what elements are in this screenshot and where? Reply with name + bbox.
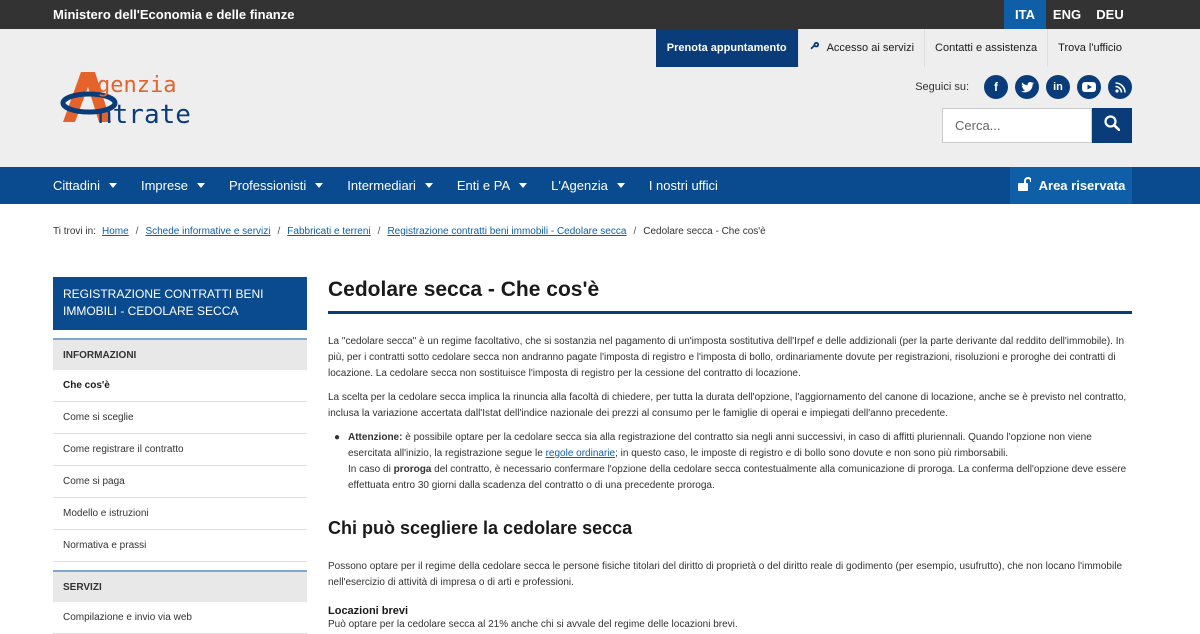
chevron-down-icon: [616, 183, 625, 188]
linkedin-icon[interactable]: in: [1046, 75, 1070, 99]
chevron-down-icon: [196, 183, 205, 188]
lang-deu[interactable]: DEU: [1088, 0, 1132, 29]
sidebar-section-informazioni: INFORMAZIONI: [53, 338, 307, 370]
subsection-heading: Locazioni brevi: [328, 605, 409, 617]
agenzia-entrate-logo[interactable]: genzia ntrate: [53, 67, 243, 130]
nav-professionisti[interactable]: Professionisti: [229, 178, 324, 193]
breadcrumb-home[interactable]: Home: [102, 226, 129, 237]
sidebar-item-come-si-sceglie[interactable]: Come si sceglie: [53, 402, 307, 434]
find-office-link[interactable]: Trova l'ufficio: [1047, 29, 1132, 67]
breadcrumb-prefix: Ti trovi in:: [53, 226, 96, 237]
short-rentals-paragraph: Può optare per la cedolare secca al 21% …: [328, 619, 738, 630]
nav-enti-pa[interactable]: Enti e PA: [457, 178, 528, 193]
site-header: Prenota appuntamento Accesso ai servizi …: [0, 29, 1200, 167]
chevron-down-icon: [108, 183, 117, 188]
sidebar-item-come-si-paga[interactable]: Come si paga: [53, 466, 307, 498]
rss-icon[interactable]: [1108, 75, 1132, 99]
sidebar: REGISTRAZIONE CONTRATTI BENI IMMOBILI - …: [53, 277, 307, 634]
nav-uffici[interactable]: I nostri uffici: [649, 178, 718, 193]
sidebar-section-servizi: SERVIZI: [53, 570, 307, 602]
key-icon: [809, 41, 820, 55]
nav-cittadini[interactable]: Cittadini: [53, 178, 117, 193]
search-form: [942, 108, 1132, 143]
sidebar-item-compilazione[interactable]: Compilazione e invio via web: [53, 602, 307, 634]
lang-eng[interactable]: ENG: [1046, 0, 1088, 29]
sidebar-title[interactable]: REGISTRAZIONE CONTRATTI BENI IMMOBILI - …: [53, 277, 307, 330]
main-content: Cedolare secca - Che cos'è La "cedolare …: [328, 278, 1132, 632]
option-paragraph: La scelta per la cedolare secca implica …: [328, 392, 1127, 419]
facebook-icon[interactable]: f: [984, 75, 1008, 99]
search-icon: [1104, 115, 1121, 136]
lang-ita[interactable]: ITA: [1004, 0, 1046, 29]
chevron-down-icon: [315, 183, 324, 188]
logo-line2: ntrate: [97, 100, 191, 129]
attention-note: ● Attenzione: è possibile optare per la …: [328, 430, 1132, 494]
nav-intermediari[interactable]: Intermediari: [347, 178, 433, 193]
regole-ordinarie-link[interactable]: regole ordinarie: [546, 448, 616, 459]
intro-paragraph: La "cedolare secca" è un regime facoltat…: [328, 336, 1125, 379]
sidebar-item-modello[interactable]: Modello e istruzioni: [53, 498, 307, 530]
attention-label: Attenzione:: [348, 432, 403, 443]
access-services-label: Accesso ai servizi: [826, 42, 915, 54]
chevron-down-icon: [519, 183, 528, 188]
page-title: Cedolare secca - Che cos'è: [328, 278, 1132, 314]
section-heading: Chi può scegliere la cedolare secca: [328, 518, 633, 538]
social-links: Seguici su: f in: [915, 75, 1132, 99]
unlock-icon: [1017, 176, 1032, 195]
breadcrumb-schede[interactable]: Schede informative e servizi: [145, 226, 270, 237]
language-switcher: ITA ENG DEU: [1004, 0, 1132, 29]
logo-line1: genzia: [97, 73, 176, 98]
sidebar-item-come-registrare[interactable]: Come registrare il contratto: [53, 434, 307, 466]
sidebar-item-normativa[interactable]: Normativa e prassi: [53, 530, 307, 562]
nav-agenzia[interactable]: L'Agenzia: [551, 178, 625, 193]
top-bar: Ministero dell'Economia e delle finanze …: [0, 0, 1200, 29]
bullet-icon: ●: [334, 432, 341, 443]
main-nav: Cittadini Imprese Professionisti Interme…: [0, 167, 1200, 204]
ministry-link[interactable]: Ministero dell'Economia e delle finanze: [53, 7, 294, 22]
breadcrumb-registrazione[interactable]: Registrazione contratti beni immobili - …: [387, 226, 626, 237]
breadcrumb-current: Cedolare secca - Che cos'è: [643, 226, 766, 237]
book-appointment-button[interactable]: Prenota appuntamento: [655, 29, 798, 67]
breadcrumb: Ti trovi in: Home / Schede informative e…: [53, 226, 766, 237]
youtube-icon[interactable]: [1077, 75, 1101, 99]
reserved-area-label: Area riservata: [1038, 178, 1126, 193]
chevron-down-icon: [424, 183, 433, 188]
breadcrumb-fabbricati[interactable]: Fabbricati e terreni: [287, 226, 370, 237]
search-button[interactable]: [1092, 108, 1132, 143]
utility-nav: Prenota appuntamento Accesso ai servizi …: [655, 29, 1132, 67]
search-input[interactable]: [942, 108, 1092, 143]
nav-imprese[interactable]: Imprese: [141, 178, 205, 193]
who-paragraph: Possono optare per il regime della cedol…: [328, 561, 1122, 588]
sidebar-item-che-cose[interactable]: Che cos'è: [53, 370, 307, 402]
social-label: Seguici su:: [915, 81, 969, 93]
twitter-icon[interactable]: [1015, 75, 1039, 99]
contacts-link[interactable]: Contatti e assistenza: [924, 29, 1047, 67]
access-services-link[interactable]: Accesso ai servizi: [797, 29, 924, 67]
reserved-area-button[interactable]: Area riservata: [1010, 167, 1132, 204]
